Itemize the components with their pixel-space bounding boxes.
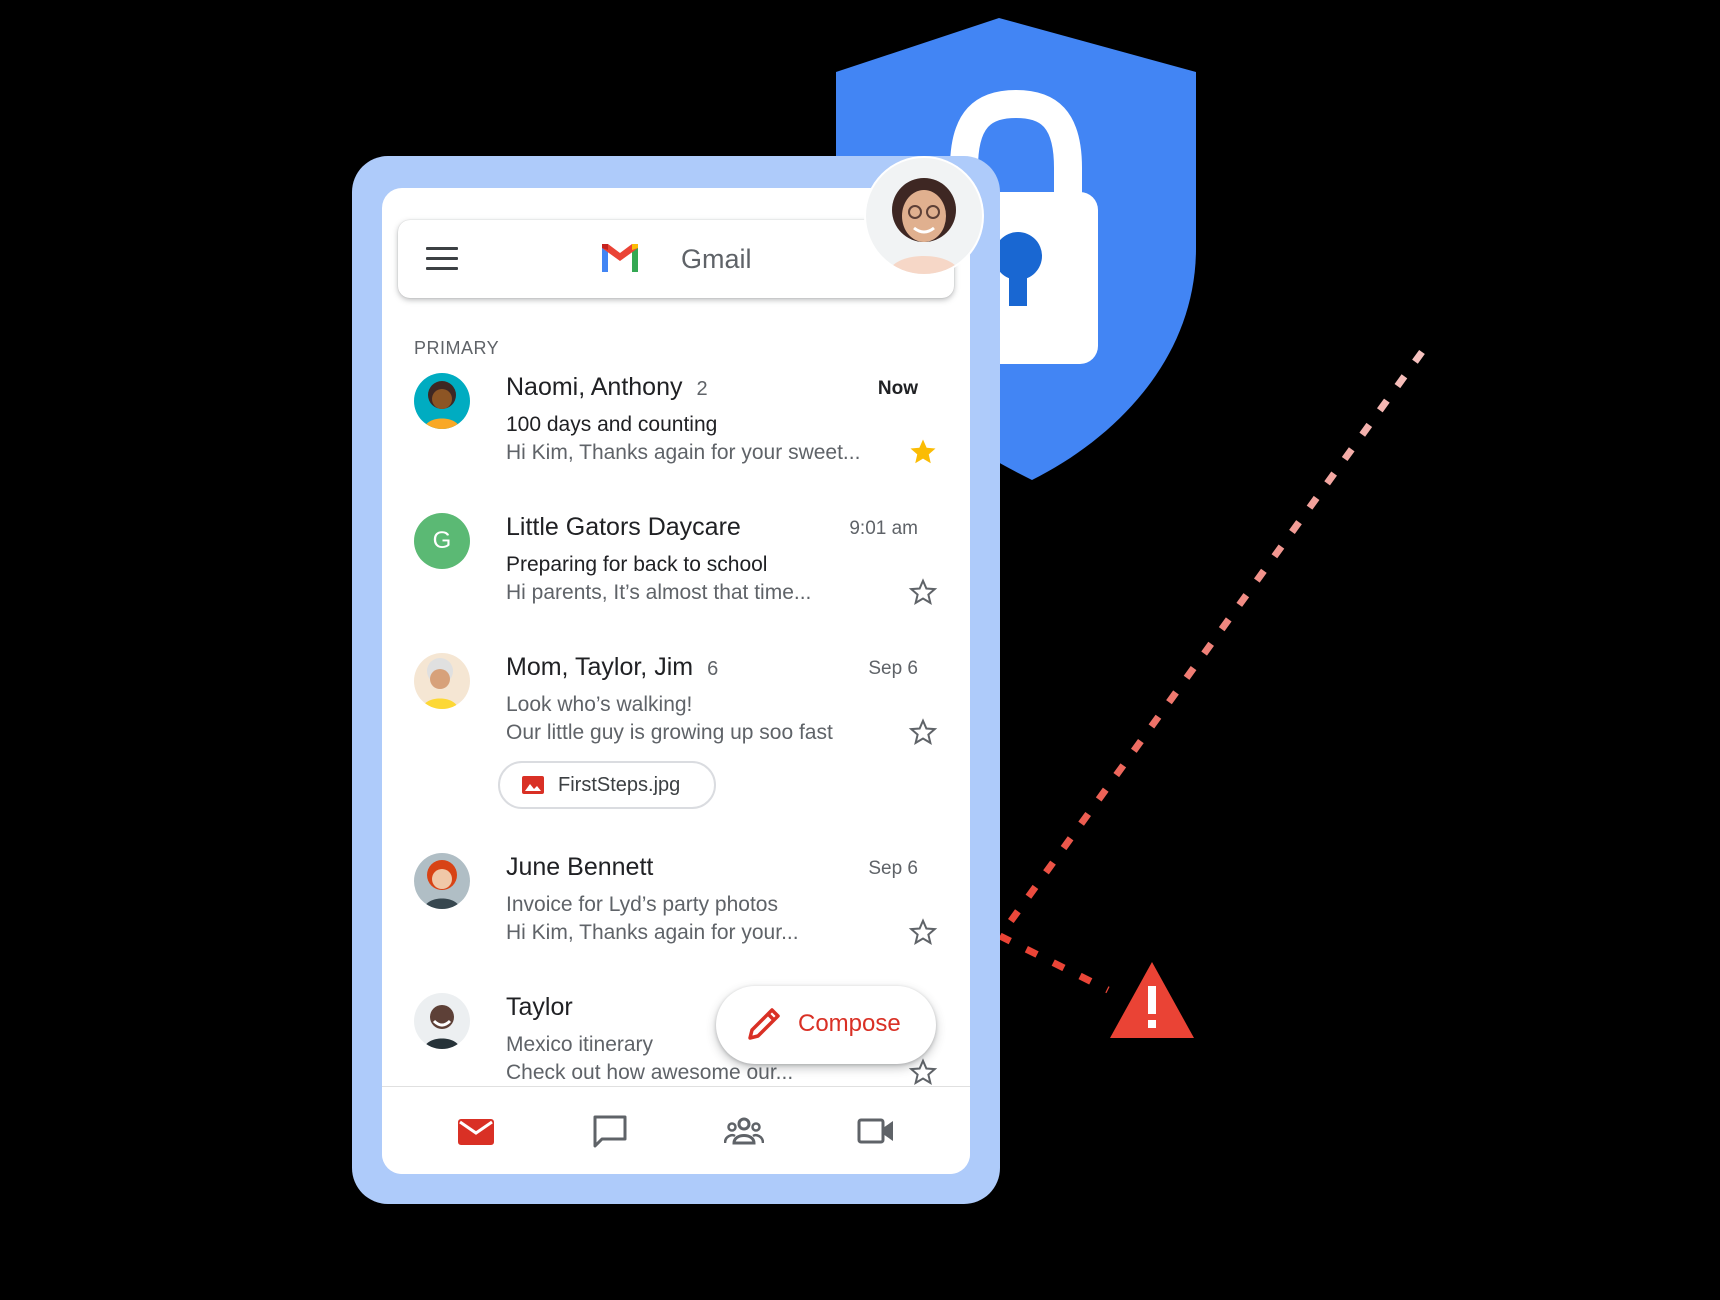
account-avatar[interactable] xyxy=(866,158,982,274)
avatar xyxy=(414,373,470,429)
image-icon xyxy=(522,776,544,794)
star-outline-icon[interactable] xyxy=(908,717,938,747)
bottom-navigation xyxy=(382,1086,970,1174)
avatar: G xyxy=(414,513,470,569)
meet-icon[interactable] xyxy=(856,1113,896,1149)
pencil-icon xyxy=(748,1008,780,1040)
compose-button[interactable]: Compose xyxy=(716,986,936,1064)
star-filled-icon[interactable] xyxy=(908,437,938,467)
email-subject: Invoice for Lyd’s party photos xyxy=(506,893,778,916)
avatar xyxy=(414,653,470,709)
email-time: Now xyxy=(877,378,918,399)
email-subject: 100 days and counting xyxy=(506,413,718,436)
gmail-app: Gmail PRIMARY Naomi, Anthony 2 Now 100 da… xyxy=(382,188,970,1174)
email-row[interactable]: June Bennett Sep 6 Invoice for Lyd’s par… xyxy=(382,853,970,961)
spaces-icon[interactable] xyxy=(724,1113,764,1149)
email-snippet: Hi Kim, Thanks again for your sweet... xyxy=(506,441,861,464)
star-outline-icon[interactable] xyxy=(908,577,938,607)
email-sender: June Bennett xyxy=(506,853,654,881)
email-time: Sep 6 xyxy=(868,858,918,879)
warning-icon xyxy=(1110,962,1194,1038)
email-time: 9:01 am xyxy=(849,518,918,539)
email-sender: Taylor xyxy=(506,993,573,1021)
email-subject: Preparing for back to school xyxy=(506,553,768,576)
gmail-logo-icon xyxy=(602,244,638,272)
email-snippet: Our little guy is growing up soo fast xyxy=(506,721,833,744)
mail-icon[interactable] xyxy=(456,1113,496,1149)
email-sender: Little Gators Daycare xyxy=(506,513,741,541)
email-sender: Mom, Taylor, Jim 6 xyxy=(506,653,719,681)
star-outline-icon[interactable] xyxy=(908,917,938,947)
menu-icon[interactable] xyxy=(426,247,458,271)
attachment-chip[interactable]: FirstSteps.jpg xyxy=(498,761,716,809)
email-subject: Look who’s walking! xyxy=(506,693,693,716)
email-snippet: Check out how awesome our... xyxy=(506,1061,794,1084)
email-snippet: Hi Kim, Thanks again for your... xyxy=(506,921,799,944)
email-subject: Mexico itinerary xyxy=(506,1033,654,1056)
app-title: Gmail xyxy=(681,244,752,274)
email-time: Sep 6 xyxy=(868,658,918,679)
email-row[interactable]: Naomi, Anthony 2 Now 100 days and countin… xyxy=(382,373,970,481)
email-row[interactable]: G Little Gators Daycare 9:01 am Preparin… xyxy=(382,513,970,621)
star-outline-icon[interactable] xyxy=(908,1057,938,1086)
avatar xyxy=(414,993,470,1049)
chat-icon[interactable] xyxy=(590,1113,630,1149)
avatar xyxy=(414,853,470,909)
attachment-name: FirstSteps.jpg xyxy=(558,774,681,796)
email-sender: Naomi, Anthony 2 xyxy=(506,373,708,401)
email-snippet: Hi parents, It’s almost that time... xyxy=(506,581,812,604)
compose-label: Compose xyxy=(798,1010,901,1037)
section-label: PRIMARY xyxy=(414,338,500,358)
email-row[interactable]: Mom, Taylor, Jim 6 Sep 6 Look who’s walki… xyxy=(382,653,970,831)
